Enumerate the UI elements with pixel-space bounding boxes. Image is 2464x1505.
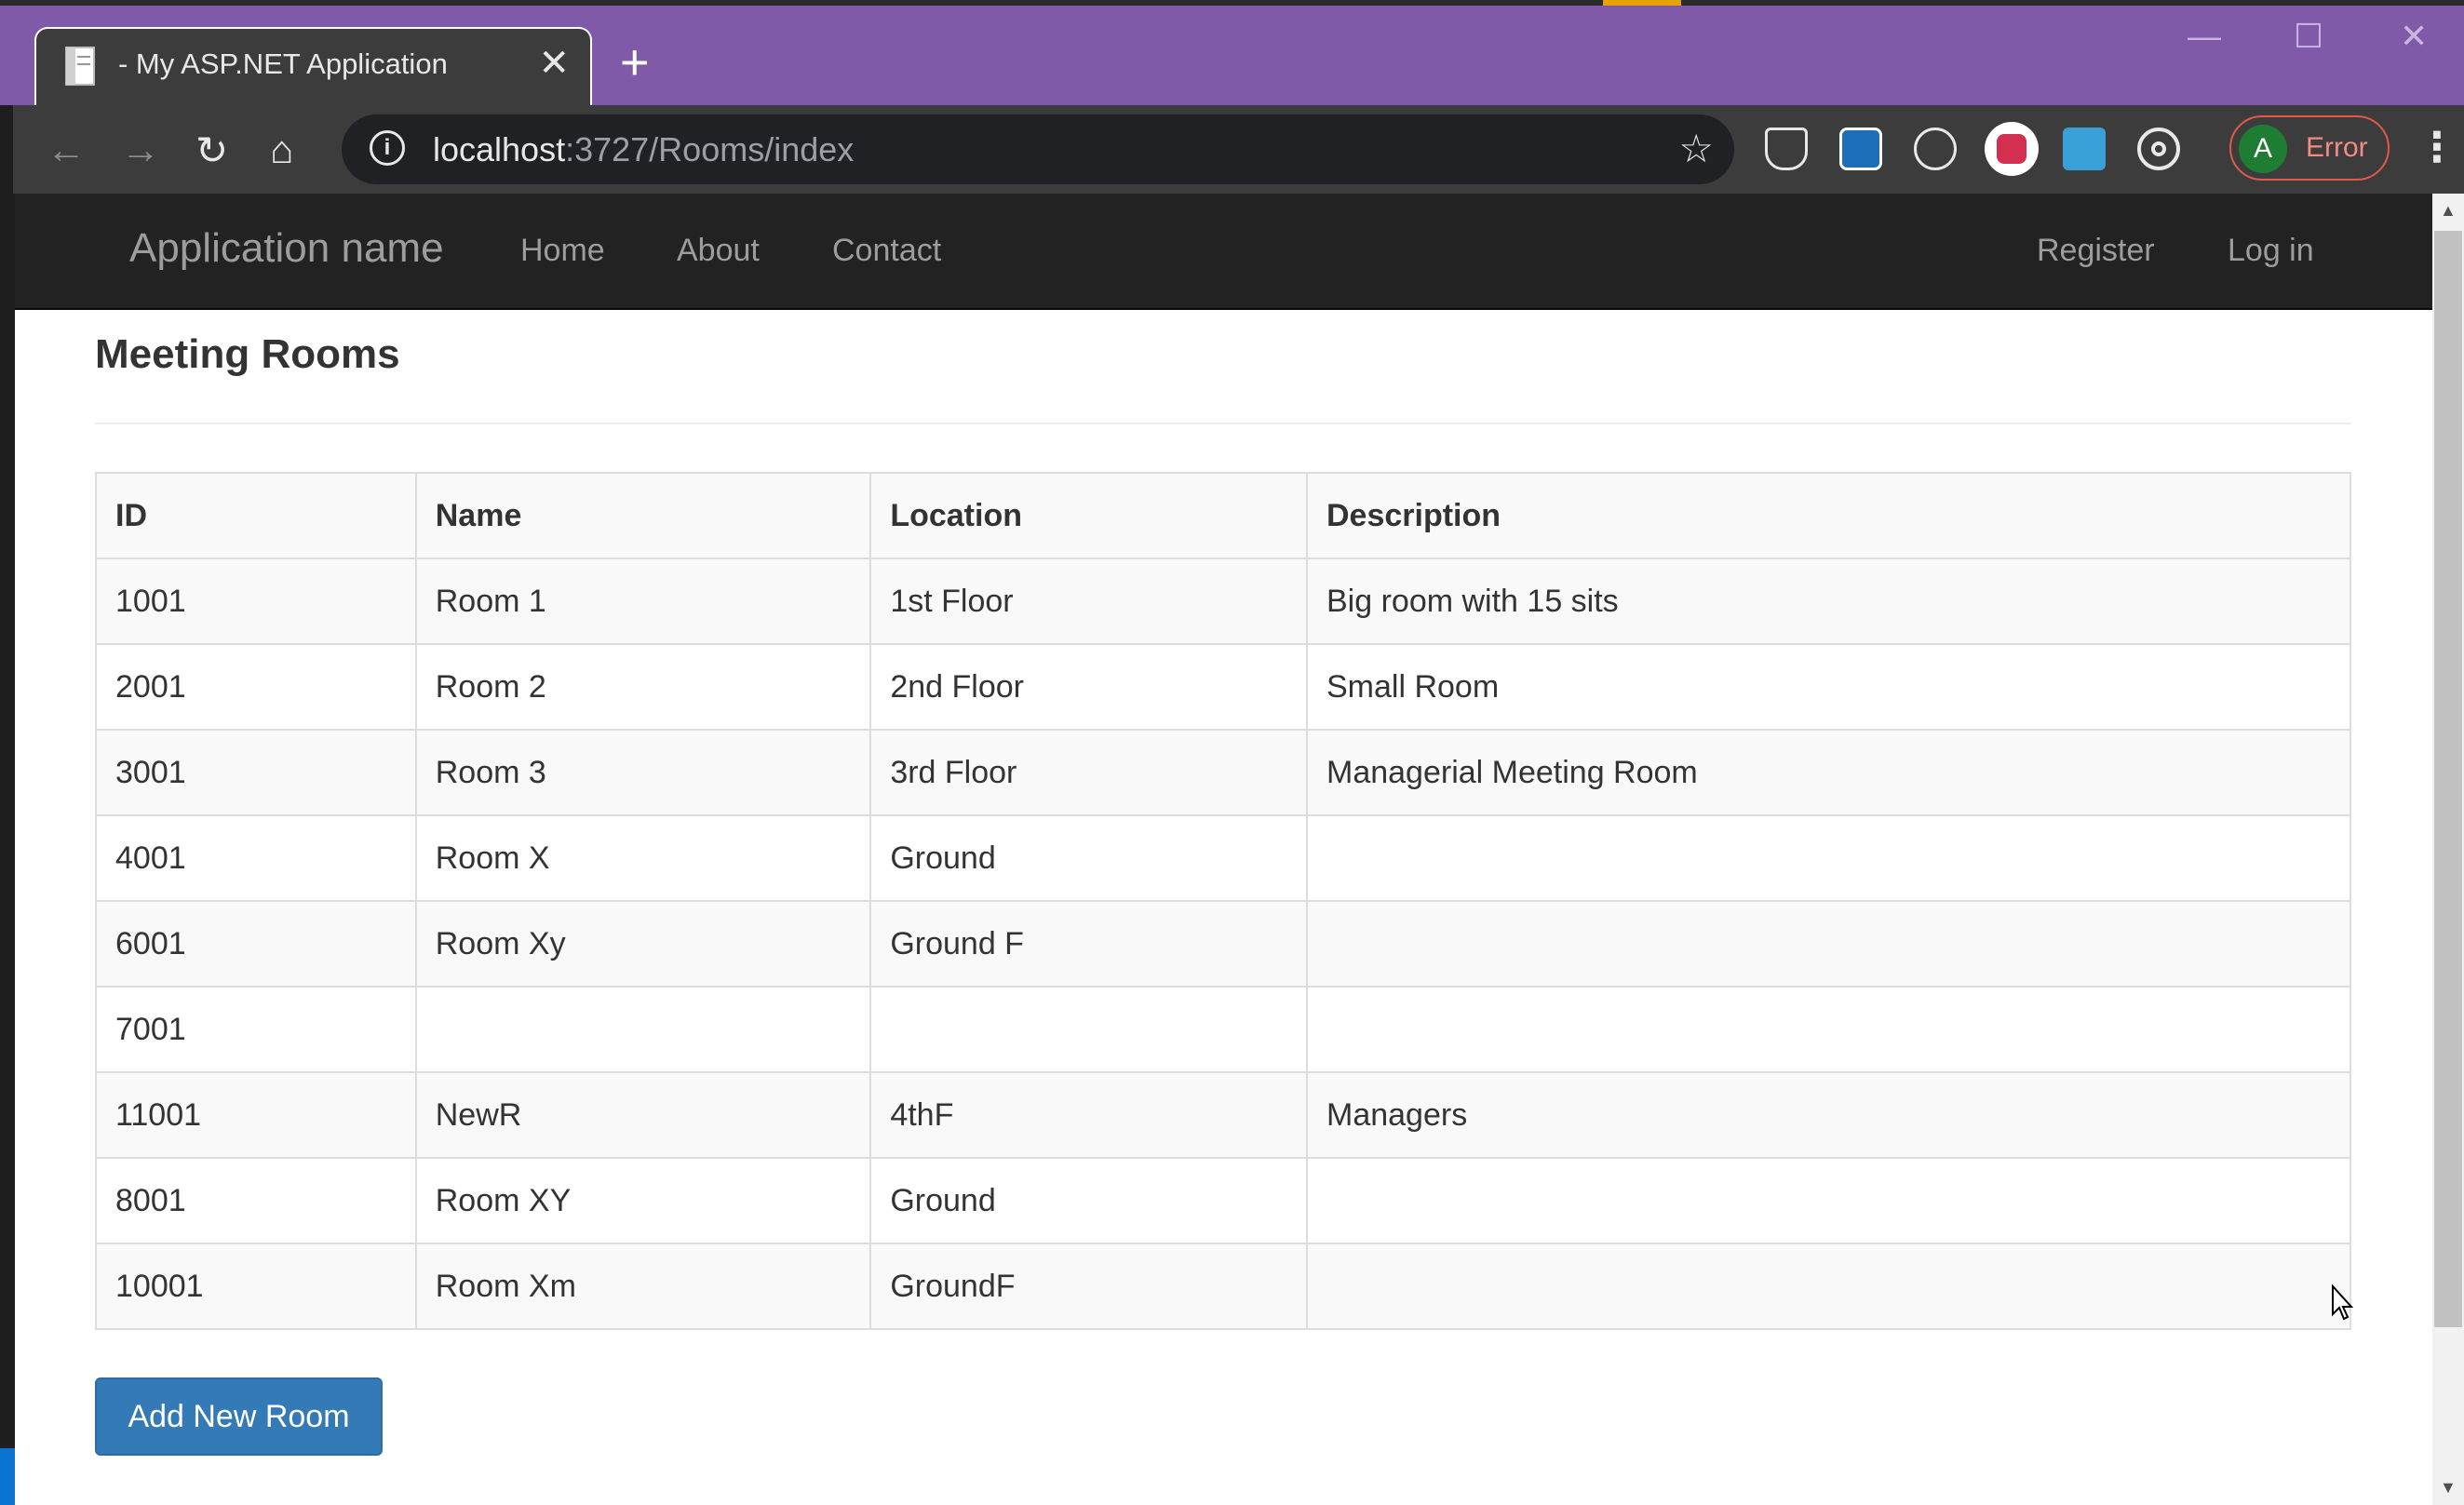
table-row: 8001 Room XY Ground [95,1157,2351,1244]
cell-id: 10001 [95,1243,417,1330]
profile-status: Error [2306,132,2368,163]
cell-id: 8001 [95,1157,417,1244]
window-top-edge [0,0,2464,6]
browser-tab-bar: - My ASP.NET Application ✕ + — ☐ ✕ [0,0,2464,105]
nav-register[interactable]: Register [2037,233,2155,269]
avatar: A [2239,125,2287,173]
extension-icon[interactable] [2063,128,2106,170]
react-devtools-icon[interactable] [1914,128,1957,170]
cell-location: GroundF [869,1243,1308,1330]
cell-name: Room 1 [414,558,872,645]
cell-name: Room XY [414,1157,872,1244]
url-text[interactable]: localhost:3727/Rooms/index [433,130,854,169]
close-window-icon[interactable]: ✕ [2400,17,2428,56]
cell-id: 11001 [95,1071,417,1159]
cell-description [1306,1157,2351,1244]
cell-location: Ground [869,1157,1308,1244]
cell-id: 2001 [95,643,417,731]
cell-description [1306,986,2351,1073]
mouse-cursor-icon [2332,1284,2353,1321]
cell-location: 4thF [869,1071,1308,1159]
cell-description [1306,814,2351,902]
target-extension-icon[interactable] [2137,128,2180,170]
cell-location: 3rd Floor [869,729,1308,816]
cell-location: 1st Floor [869,558,1308,645]
site-navbar: Application name Home About Contact Regi… [15,194,2432,310]
cell-description [1306,900,2351,988]
accent-marker [1603,0,1681,6]
table-header-row: ID Name Location Description [95,472,2351,559]
table-row: 11001 NewR 4thF Managers [95,1071,2351,1159]
column-header-id: ID [95,472,417,559]
nav-contact[interactable]: Contact [832,233,941,269]
column-header-description: Description [1306,472,2351,559]
address-bar[interactable]: i localhost:3727/Rooms/index ☆ [342,114,1734,184]
rooms-table: ID Name Location Description 1001 Room 11… [95,472,2351,1330]
page-title: Meeting Rooms [95,331,400,377]
back-icon[interactable]: ← [47,128,86,172]
scroll-up-icon[interactable]: ▲ [2440,201,2457,221]
page-viewport: Application name Home About Contact Regi… [15,194,2432,1505]
translate-extension-icon[interactable] [1839,128,1882,170]
cell-name [414,986,872,1073]
cell-location: 2nd Floor [869,643,1308,731]
nav-login[interactable]: Log in [2228,233,2314,269]
cell-name: Room Xy [414,900,872,988]
forward-icon[interactable]: → [121,128,160,172]
tab-title: - My ASP.NET Application [118,47,448,80]
table-row: 3001 Room 3 3rd Floor Managerial Meeting Ro… [95,729,2351,816]
browser-tab[interactable]: - My ASP.NET Application ✕ [34,27,592,105]
home-icon[interactable]: ⌂ [270,128,293,172]
add-new-room-button[interactable]: Add New Room [95,1377,383,1456]
column-header-location: Location [869,472,1308,559]
table-row: 2001 Room 2 2nd Floor Small Room [95,643,2351,731]
cell-location: Ground [869,814,1308,902]
table-row: 7001 [95,986,2351,1073]
nav-about[interactable]: About [677,233,760,269]
brand-link[interactable]: Application name [129,225,444,272]
table-row: 6001 Room Xy Ground F [95,900,2351,988]
cell-id: 7001 [95,986,417,1073]
cell-id: 1001 [95,558,417,645]
profile-button[interactable]: A Error [2229,115,2390,181]
cell-name: Room X [414,814,872,902]
reload-icon[interactable]: ↻ [195,128,228,173]
cell-description: Small Room [1306,643,2351,731]
cell-location [869,986,1308,1073]
cell-location: Ground F [869,900,1308,988]
nav-home[interactable]: Home [520,233,605,269]
minimize-icon[interactable]: — [2188,17,2221,56]
cell-name: Room Xm [414,1243,872,1330]
document-icon [65,47,95,86]
table-row: 4001 Room X Ground [95,814,2351,902]
site-info-icon[interactable]: i [370,130,405,166]
cell-description: Big room with 15 sits [1306,558,2351,645]
close-tab-icon[interactable]: ✕ [538,42,570,85]
scrollbar-thumb[interactable] [2434,231,2462,1327]
new-tab-button[interactable]: + [620,34,650,91]
scroll-down-icon[interactable]: ▼ [2440,1478,2457,1498]
cell-name: Room 2 [414,643,872,731]
pocket-extension-icon[interactable] [1765,128,1808,170]
cell-id: 6001 [95,900,417,988]
cell-description: Managers [1306,1071,2351,1159]
menu-icon[interactable]: ⋮ [2417,124,2457,171]
cell-id: 4001 [95,814,417,902]
maximize-icon[interactable]: ☐ [2294,17,2323,56]
cell-description: Managerial Meeting Room [1306,729,2351,816]
cell-id: 3001 [95,729,417,816]
column-header-name: Name [414,472,872,559]
cell-name: Room 3 [414,729,872,816]
table-row: 10001 Room Xm GroundF [95,1243,2351,1330]
browser-toolbar: ← → ↻ ⌂ i localhost:3727/Rooms/index ☆ A… [13,105,2464,194]
taskbar-edge [0,1448,15,1505]
page-scrollbar[interactable]: ▲ ▼ [2432,194,2464,1505]
stop-extension-icon[interactable] [1985,122,2039,176]
bookmark-star-icon[interactable]: ☆ [1678,126,1714,171]
cell-description [1306,1243,2351,1330]
table-row: 1001 Room 1 1st Floor Big room with 15 sits [95,558,2351,645]
cell-name: NewR [414,1071,872,1159]
divider [95,423,2351,424]
